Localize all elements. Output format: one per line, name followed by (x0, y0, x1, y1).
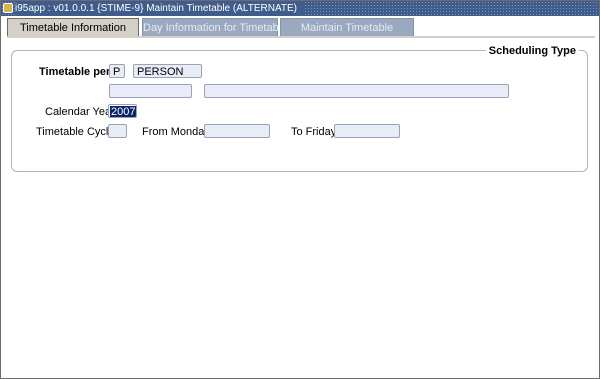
from-monday-label: From Monday (142, 126, 210, 138)
timetable-per-description-field[interactable]: PERSON (133, 64, 202, 78)
tab-maintain-timetable[interactable]: Maintain Timetable (280, 18, 414, 36)
to-friday-field[interactable] (334, 124, 400, 138)
calendar-year-field[interactable]: 2007 (108, 104, 137, 118)
tab-panel: Scheduling Type Timetable per P PERSON C… (7, 36, 595, 376)
to-friday-label: To Friday (291, 126, 337, 138)
extra-field-1[interactable] (109, 84, 192, 98)
timetable-per-code-field[interactable]: P (109, 64, 125, 78)
title-bar[interactable]: i95app : v01.0.0.1 {STIME-9} Maintain Ti… (1, 1, 599, 16)
tab-timetable-information[interactable]: Timetable Information (7, 18, 139, 36)
calendar-year-label: Calendar Year (45, 106, 115, 118)
app-icon (3, 3, 13, 13)
from-monday-field[interactable] (204, 124, 270, 138)
tab-strip: Timetable Information Day Information fo… (1, 16, 599, 36)
main-window: i95app : v01.0.0.1 {STIME-9} Maintain Ti… (0, 0, 600, 379)
extra-field-2[interactable] (204, 84, 509, 98)
group-title: Scheduling Type (485, 44, 579, 58)
timetable-per-label: Timetable per (39, 66, 111, 78)
calendar-year-value: 2007 (110, 106, 136, 118)
tab-day-information[interactable]: Day Information for Timetable (142, 18, 287, 36)
timetable-cycle-field[interactable] (108, 124, 127, 138)
timetable-cycle-label: Timetable Cycle (36, 126, 115, 138)
window-title: i95app : v01.0.0.1 {STIME-9} Maintain Ti… (15, 2, 303, 15)
